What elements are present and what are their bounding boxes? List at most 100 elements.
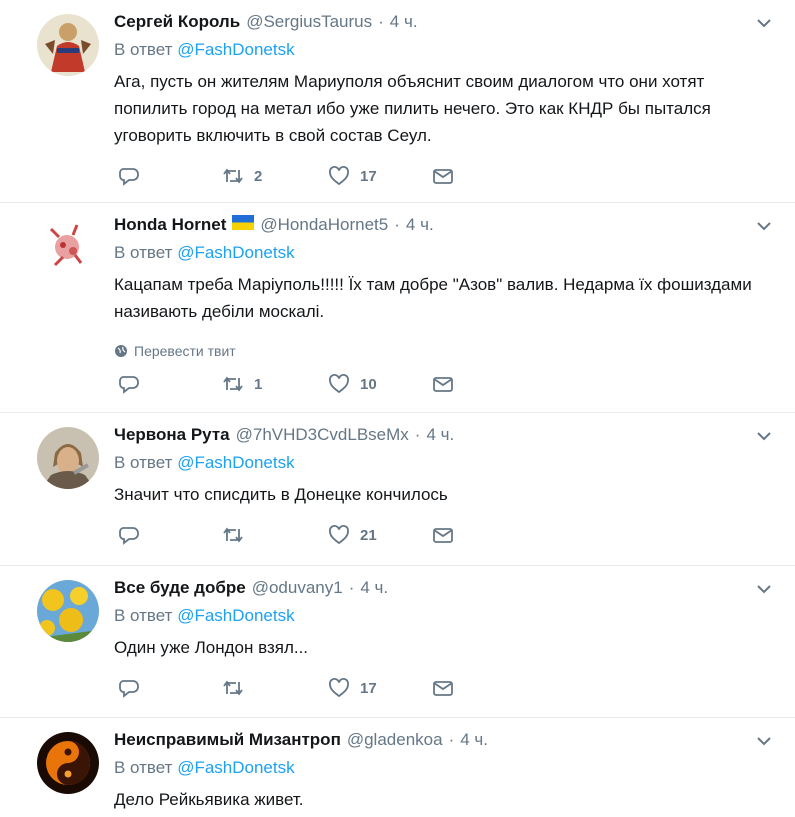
reply-prefix: В ответ xyxy=(114,758,173,777)
reply-prefix: В ответ xyxy=(114,243,173,262)
like-button[interactable]: 21 xyxy=(328,524,377,546)
reply-icon xyxy=(119,376,139,394)
reply-context: В ответ @FashDonetsk xyxy=(114,606,779,630)
separator-dot: · xyxy=(348,578,355,597)
reply-context: В ответ @FashDonetsk xyxy=(114,758,779,782)
author-name[interactable]: Все буде добре xyxy=(114,578,246,598)
like-button[interactable]: 17 xyxy=(328,677,377,699)
reply-to-link[interactable]: @FashDonetsk xyxy=(177,243,294,262)
reply-to-link[interactable]: @FashDonetsk xyxy=(177,606,294,625)
ukraine-flag-icon xyxy=(232,214,255,230)
retweet-icon xyxy=(223,168,243,184)
avatar[interactable] xyxy=(37,732,99,794)
translate-label: Перевести твит xyxy=(134,343,236,359)
retweet-count: 2 xyxy=(254,167,263,185)
reply-button[interactable] xyxy=(118,524,140,546)
retweet-button[interactable]: 1 xyxy=(222,373,262,395)
chevron-down-icon[interactable] xyxy=(755,217,773,235)
reply-context: В ответ @FashDonetsk xyxy=(114,453,779,477)
author-name[interactable]: Сергей Король xyxy=(114,12,240,32)
reply-to-link[interactable]: @FashDonetsk xyxy=(177,758,294,777)
envelope-icon xyxy=(433,528,453,543)
heart-icon xyxy=(329,525,349,545)
reply-context: В ответ @FashDonetsk xyxy=(114,243,779,267)
reply-icon xyxy=(119,527,139,545)
tweet-text: Кацапам треба Маріуполь!!!!! Їх там добр… xyxy=(114,275,752,321)
reply-to-link[interactable]: @FashDonetsk xyxy=(177,40,294,59)
reply-context: В ответ @FashDonetsk xyxy=(114,40,779,64)
avatar[interactable] xyxy=(37,14,99,76)
envelope-icon xyxy=(433,377,453,392)
chevron-down-icon[interactable] xyxy=(755,427,773,445)
envelope-icon xyxy=(433,681,453,696)
timestamp[interactable]: 4 ч. xyxy=(426,425,454,445)
tweet-item[interactable]: Сергей Король @SergiusTaurus · 4 ч. В от… xyxy=(0,0,795,203)
tweet-item[interactable]: Все буде добре @oduvany1 · 4 ч. В ответ … xyxy=(0,566,795,718)
direct-message-button[interactable] xyxy=(432,677,454,699)
direct-message-button[interactable] xyxy=(432,165,454,187)
reply-button[interactable] xyxy=(118,677,140,699)
retweet-icon xyxy=(223,680,243,696)
like-button[interactable]: 10 xyxy=(328,373,377,395)
reply-to-link[interactable]: @FashDonetsk xyxy=(177,453,294,472)
envelope-icon xyxy=(433,169,453,184)
separator-dot: · xyxy=(414,425,421,444)
tweet-item[interactable]: Honda Hornet @HondaHornet5 · 4 ч. В отве… xyxy=(0,203,795,413)
tweet-actions: 2 17 xyxy=(114,155,779,205)
globe-icon xyxy=(115,345,127,357)
like-count: 21 xyxy=(360,526,377,544)
separator-dot: · xyxy=(394,215,400,234)
author-handle[interactable]: @SergiusTaurus xyxy=(246,12,372,32)
like-button[interactable]: 17 xyxy=(328,165,377,187)
chevron-down-icon[interactable] xyxy=(755,14,773,32)
reply-icon xyxy=(119,680,139,698)
timestamp[interactable]: 4 ч. xyxy=(460,730,488,750)
chevron-down-icon[interactable] xyxy=(755,580,773,598)
direct-message-button[interactable] xyxy=(432,524,454,546)
tweet-text: Значит что списдить в Донецке кончилось xyxy=(114,485,448,504)
reply-button[interactable] xyxy=(118,373,140,395)
like-count: 10 xyxy=(360,375,377,393)
avatar[interactable] xyxy=(37,427,99,489)
author-handle[interactable]: @oduvany1 xyxy=(252,578,343,598)
author-name[interactable]: Honda Hornet xyxy=(114,215,226,235)
translate-tweet-link[interactable]: Перевести твит xyxy=(114,343,779,359)
tweet-actions: 17 xyxy=(114,667,779,717)
author-name[interactable]: Червона Рута xyxy=(114,425,230,445)
tweet-text: Ага, пусть он жителям Мариуполя объяснит… xyxy=(114,72,711,145)
avatar[interactable] xyxy=(37,580,99,642)
tweet-text: Дело Рейкьявика живет. xyxy=(114,790,304,809)
reply-icon xyxy=(119,168,139,186)
separator-dot: · xyxy=(448,730,455,749)
avatar[interactable] xyxy=(37,215,99,277)
reply-button[interactable] xyxy=(118,165,140,187)
heart-icon xyxy=(329,374,349,394)
timestamp[interactable]: 4 ч. xyxy=(406,215,434,235)
author-handle[interactable]: @gladenkoa xyxy=(347,730,443,750)
retweet-icon xyxy=(223,376,243,392)
tweet-item[interactable]: Червона Рута @7hVHD3CvdLBseMx · 4 ч. В о… xyxy=(0,413,795,566)
retweet-button[interactable] xyxy=(222,677,244,699)
timestamp[interactable]: 4 ч. xyxy=(360,578,388,598)
reply-prefix: В ответ xyxy=(114,40,173,59)
tweet-actions: 1 10 xyxy=(114,363,779,413)
retweet-button[interactable]: 2 xyxy=(222,165,262,187)
like-count: 17 xyxy=(360,679,377,697)
retweet-button[interactable] xyxy=(222,524,244,546)
direct-message-button[interactable] xyxy=(432,373,454,395)
timestamp[interactable]: 4 ч. xyxy=(390,12,418,32)
heart-icon xyxy=(329,678,349,698)
tweet-actions: 21 xyxy=(114,514,779,564)
retweet-count: 1 xyxy=(254,375,263,393)
reply-prefix: В ответ xyxy=(114,453,173,472)
tweet-item[interactable]: Неисправимый Мизантроп @gladenkoa · 4 ч.… xyxy=(0,718,795,817)
chevron-down-icon[interactable] xyxy=(755,732,773,750)
retweet-icon xyxy=(223,527,243,543)
author-name[interactable]: Неисправимый Мизантроп xyxy=(114,730,341,750)
author-handle[interactable]: @7hVHD3CvdLBseMx xyxy=(236,425,409,445)
tweet-text: Один уже Лондон взял... xyxy=(114,638,309,657)
author-handle[interactable]: @HondaHornet5 xyxy=(260,215,388,235)
separator-dot: · xyxy=(378,12,384,31)
reply-prefix: В ответ xyxy=(114,606,173,625)
like-count: 17 xyxy=(360,167,377,185)
